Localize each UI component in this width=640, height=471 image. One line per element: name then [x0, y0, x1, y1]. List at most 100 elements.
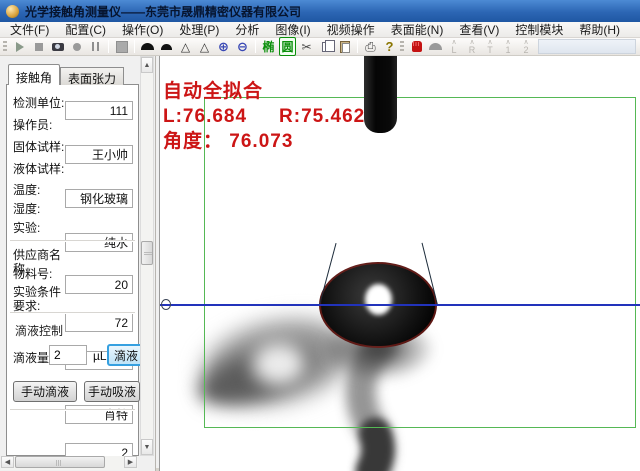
- drop-volume-input[interactable]: [49, 345, 87, 365]
- triangle-fit-button[interactable]: △: [176, 39, 195, 55]
- app-icon: [6, 4, 19, 18]
- temperature-label: 温度:: [13, 183, 41, 197]
- menu-image[interactable]: 图像(I): [267, 22, 318, 38]
- stop-button[interactable]: [29, 39, 48, 55]
- menu-operate[interactable]: 操作(O): [114, 22, 171, 38]
- dosing-needle: [364, 56, 397, 133]
- hand-icon: [411, 41, 422, 52]
- sessile-drop-button[interactable]: [138, 39, 157, 55]
- stop-icon: [34, 42, 43, 51]
- drop-dome-small-icon: [161, 43, 172, 50]
- field-row: 操作员:: [7, 115, 138, 164]
- fit-top-button-disabled[interactable]: T: [481, 39, 499, 55]
- menu-control-module[interactable]: 控制模块: [507, 22, 571, 38]
- angle-value: 76.073: [229, 131, 294, 152]
- menu-bar: 文件(F) 配置(C) 操作(O) 处理(P) 分析 图像(I) 视频操作 表面…: [0, 22, 640, 38]
- toolbar-separator: [108, 40, 109, 53]
- tab-contact-angle[interactable]: 接触角: [8, 64, 61, 85]
- toolbar: △ △ ⊕ ⊖ 椭 圆 ✂ ⎙ ? L R T 1 2: [0, 37, 640, 56]
- scroll-right-arrow[interactable]: ▶: [124, 456, 137, 468]
- drop-shape-button[interactable]: [426, 39, 445, 55]
- snapshot-button[interactable]: [48, 39, 67, 55]
- menu-help[interactable]: 帮助(H): [571, 22, 628, 38]
- crosshair-button[interactable]: ⊕: [214, 39, 233, 55]
- gray-dome-icon: [429, 43, 442, 50]
- field-row: 温度:: [7, 180, 138, 294]
- ellipse-tool-icon: 椭: [262, 40, 275, 54]
- fit-1-button-disabled[interactable]: 1: [499, 39, 517, 55]
- pause-button[interactable]: [86, 39, 105, 55]
- record-icon: [72, 42, 81, 51]
- toolbar-spacer: [538, 39, 636, 54]
- experiment-label: 实验:: [13, 221, 41, 235]
- volume-unit-label: µL: [93, 349, 107, 363]
- toolbar-separator: [255, 40, 256, 53]
- circle-tool-icon: 圆: [279, 37, 296, 56]
- print-button[interactable]: ⎙: [361, 39, 380, 55]
- panel-horizontal-scrollbar[interactable]: ◀ ▶: [1, 456, 138, 470]
- circle-fit-button[interactable]: 圆: [278, 37, 297, 56]
- frame-button[interactable]: [112, 39, 131, 55]
- section-divider: [10, 240, 135, 242]
- menu-analyze[interactable]: 分析: [227, 22, 267, 38]
- field-row: 固体试样:: [7, 137, 138, 208]
- section-divider: [10, 409, 135, 411]
- humidity-field[interactable]: [65, 313, 133, 332]
- play-button[interactable]: [10, 39, 29, 55]
- menu-process[interactable]: 处理(P): [171, 22, 227, 38]
- toolbar-grip-2[interactable]: [400, 40, 404, 53]
- camera-icon: [51, 42, 64, 51]
- toolbar-separator: [357, 40, 358, 53]
- field-row: 实验条件要求:: [7, 282, 138, 313]
- scroll-down-arrow[interactable]: ▼: [141, 439, 153, 455]
- section-divider: [10, 312, 135, 314]
- operator-label: 操作员:: [13, 118, 53, 132]
- window-title: 光学接触角测量仪——东莞市晟鼎精密仪器有限公司: [25, 4, 302, 19]
- cut-button[interactable]: ✂: [297, 39, 316, 55]
- scroll-up-arrow[interactable]: ▲: [141, 57, 153, 73]
- manual-drop-button[interactable]: 手动滴液: [13, 381, 77, 402]
- pause-icon: [92, 42, 99, 51]
- application-window: 光学接触角测量仪——东莞市晟鼎精密仪器有限公司 文件(F) 配置(C) 操作(O…: [0, 0, 640, 471]
- menu-file[interactable]: 文件(F): [2, 22, 57, 38]
- ellipse-fit-button[interactable]: 椭: [259, 39, 278, 55]
- sessile-drop-small-button[interactable]: [157, 39, 176, 55]
- fit-2-button-disabled[interactable]: 2: [517, 39, 535, 55]
- fit-left-button-disabled[interactable]: L: [445, 39, 463, 55]
- camera-view[interactable]: 自动全拟合 L:76.684 R:75.462 角度： 76.073: [159, 56, 640, 471]
- manual-mode-button[interactable]: [407, 39, 426, 55]
- menu-config[interactable]: 配置(C): [57, 22, 114, 38]
- panel-vertical-scrollbar[interactable]: ▲ ▼: [140, 56, 154, 456]
- copy-button[interactable]: [316, 39, 335, 55]
- field-row: 物料号:: [7, 264, 138, 462]
- menu-surface-energy[interactable]: 表面能(N): [383, 22, 452, 38]
- horizontal-scroll-thumb[interactable]: [15, 456, 105, 468]
- record-button[interactable]: [67, 39, 86, 55]
- menu-video[interactable]: 视频操作: [319, 22, 383, 38]
- field-row: 湿度:: [7, 199, 138, 332]
- paste-button[interactable]: [335, 39, 354, 55]
- menu-view[interactable]: 查看(V): [451, 22, 507, 38]
- settings-panel: 接触角 表面张力 检测单位: 操作员: 固体试样: 液体试样: 温度:: [0, 56, 156, 471]
- baseline-level-button[interactable]: ⊖: [233, 39, 252, 55]
- liquid-sample-label: 液体试样:: [13, 162, 65, 176]
- fit-right-button-disabled[interactable]: R: [463, 39, 481, 55]
- toolbar-separator: [134, 40, 135, 53]
- baseline-handle[interactable]: [161, 299, 171, 310]
- left-angle-value: L:76.684: [163, 106, 248, 127]
- help-button[interactable]: ?: [380, 39, 399, 55]
- field-row: 液体试样:: [7, 159, 138, 252]
- manual-suction-button[interactable]: 手动吸液: [84, 381, 140, 402]
- drop-dome-icon: [141, 43, 154, 50]
- vertical-scroll-thumb[interactable]: [141, 241, 153, 265]
- supplier-name-field[interactable]: [65, 405, 133, 424]
- tab-surface-tension[interactable]: 表面张力: [60, 67, 125, 86]
- field-row: 实验:: [7, 218, 138, 370]
- title-bar[interactable]: 光学接触角测量仪——东莞市晟鼎精密仪器有限公司: [0, 0, 640, 22]
- play-icon: [15, 41, 24, 52]
- measurement-overlay: 自动全拟合 L:76.684 R:75.462 角度： 76.073: [163, 79, 365, 154]
- toolbar-grip[interactable]: [3, 40, 7, 53]
- triangle-hatched-fit-button[interactable]: △: [195, 39, 214, 55]
- scroll-left-arrow[interactable]: ◀: [1, 456, 14, 468]
- baseline[interactable]: [160, 304, 640, 306]
